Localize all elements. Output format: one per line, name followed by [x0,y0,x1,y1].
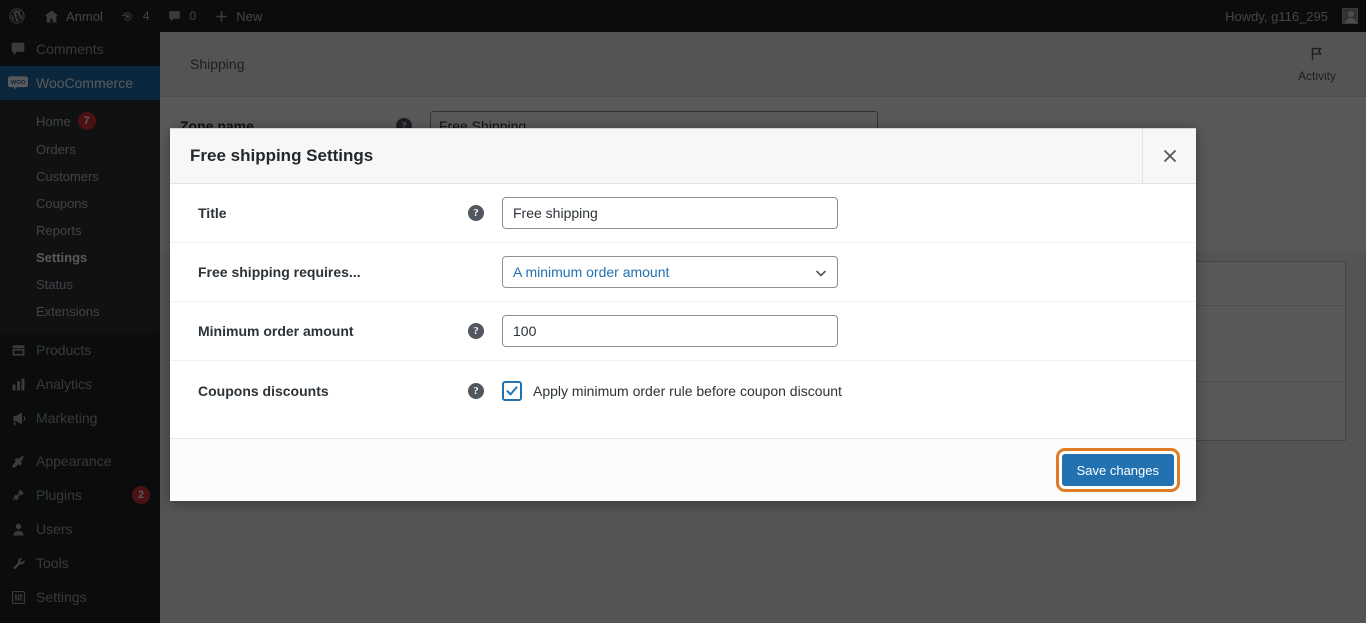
minimum-order-amount-input[interactable]: 100 [502,315,838,347]
coupons-checkbox-wrap: Apply minimum order rule before coupon d… [502,380,842,401]
title-help-wrap: ? [468,205,502,221]
requires-selected-value: A minimum order amount [513,264,670,280]
field-row-requires: Free shipping requires... A minimum orde… [170,243,1196,302]
modal-title: Free shipping Settings [190,146,374,165]
help-icon[interactable]: ? [468,323,484,339]
field-row-coupons-discounts: Coupons discounts ? Apply minimum order … [170,361,1196,420]
field-row-title: Title ? Free shipping [170,184,1196,243]
apply-minimum-order-rule-label: Apply minimum order rule before coupon d… [533,382,842,399]
title-input[interactable]: Free shipping [502,197,838,229]
modal-footer: Save changes [170,438,1196,501]
close-icon[interactable] [1142,129,1196,183]
screen: Anmol 4 0 New H [0,0,1366,623]
coupons-help-wrap: ? [468,382,502,399]
field-row-minimum-order-amount: Minimum order amount ? 100 [170,302,1196,361]
requires-label: Free shipping requires... [198,264,361,280]
help-icon[interactable]: ? [468,382,484,399]
help-icon[interactable]: ? [468,205,484,221]
modal-body: Title ? Free shipping Free shipping requ… [170,184,1196,438]
title-label: Title [198,205,227,221]
modal-header: Free shipping Settings [170,129,1196,184]
minimum-help-wrap: ? [468,323,502,339]
minimum-order-amount-label: Minimum order amount [198,323,354,339]
chevron-down-icon [815,266,827,278]
free-shipping-settings-modal: Free shipping Settings Title ? Free ship… [170,128,1196,501]
save-changes-button[interactable]: Save changes [1055,448,1181,492]
apply-minimum-order-rule-checkbox[interactable] [502,380,522,401]
free-shipping-requires-select[interactable]: A minimum order amount [502,256,838,288]
coupons-discounts-label: Coupons discounts [198,382,329,399]
